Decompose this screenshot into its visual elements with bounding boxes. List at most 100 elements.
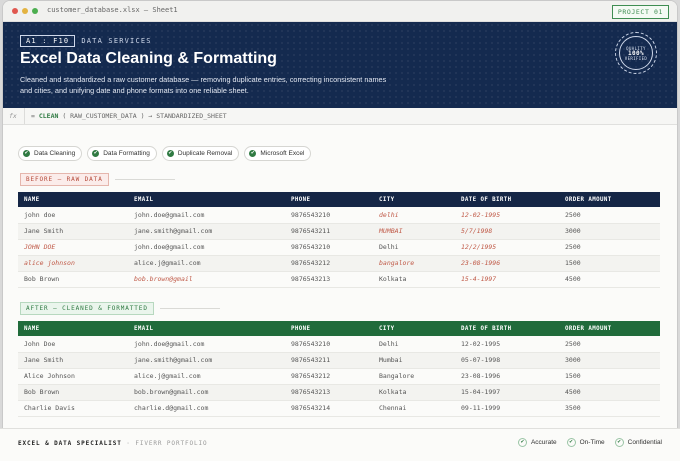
table-cell: 12-02-1995 <box>455 336 559 353</box>
skill-chip: ✔ Microsoft Excel <box>244 146 312 161</box>
column-header: CITY <box>373 321 455 336</box>
formula-prefix: = <box>31 112 39 120</box>
column-header: NAME <box>18 192 128 207</box>
footer-badges: ✔ Accurate ✔ On-Time ✔ Confidential <box>517 438 662 447</box>
table-cell: 4500 <box>559 384 660 401</box>
after-tag: AFTER — CLEANED & FORMATTED <box>20 301 154 315</box>
error-cell: bob.brown@gmail <box>128 271 285 288</box>
skill-chip: ✔ Duplicate Removal <box>161 146 240 161</box>
table-cell: 9876543213 <box>285 384 373 401</box>
table-row: JOHN DOE john.doe@gmail.com 9876543210 Delh… <box>18 239 660 256</box>
table-row: Bob Brown bob.brown@gmail.com 9876543213 Ko… <box>18 384 660 401</box>
badge-label: On-Time <box>579 439 605 446</box>
check-icon: ✔ <box>517 438 527 447</box>
table-cell: John Doe <box>18 336 128 353</box>
table-cell: 9876543214 <box>285 400 373 417</box>
table-cell: 4500 <box>559 271 660 288</box>
error-cell: delhi <box>373 207 455 224</box>
formula-args: ( RAW_CUSTOMER_DATA ) → STANDARDIZED_SHE… <box>58 112 227 120</box>
column-header: PHONE <box>285 192 373 207</box>
page-description: Cleaned and standardized a raw customer … <box>20 75 387 95</box>
table-cell: Delhi <box>373 239 455 256</box>
after-section-label: AFTER — CLEANED & FORMATTED <box>20 301 220 315</box>
table-cell: 1500 <box>559 255 660 272</box>
column-header: DATE OF BIRTH <box>455 321 559 336</box>
table-cell: 9876543211 <box>285 352 373 369</box>
page-title: Excel Data Cleaning & Formatting <box>20 50 277 67</box>
table-cell: 9876543211 <box>285 223 373 240</box>
footer: EXCEL & DATA SPECIALIST · FIVERR PORTFOL… <box>0 428 680 461</box>
table-cell: Alice Johnson <box>18 368 128 385</box>
table-cell: john.doe@gmail.com <box>128 239 285 256</box>
badge-label: Confidential <box>627 439 662 446</box>
error-cell: JOHN DOE <box>18 239 128 256</box>
close-window-button[interactable] <box>12 8 18 14</box>
table-row: john doe john.doe@gmail.com 9876543210 delh… <box>18 207 660 224</box>
table-cell: 2500 <box>559 207 660 224</box>
check-icon: ✔ <box>23 150 30 157</box>
minimize-window-button[interactable] <box>22 8 28 14</box>
table-cell: 9876543210 <box>285 207 373 224</box>
table-cell: 1500 <box>559 368 660 385</box>
table-cell: jane.smith@gmail.com <box>128 223 285 240</box>
project-badge: PROJECT 01 <box>611 5 669 19</box>
maximize-window-button[interactable] <box>32 8 38 14</box>
table-cell: alice.j@gmail.com <box>128 255 285 272</box>
skill-chip: ✔ Data Cleaning <box>18 146 83 161</box>
check-icon: ✔ <box>614 438 624 447</box>
raw-data-table: NAME EMAIL PHONE CITY DATE OF BIRTH ORDER AMO… <box>18 192 660 288</box>
footer-badge: ✔ Accurate <box>517 438 557 447</box>
table-header-row: NAME EMAIL PHONE CITY DATE OF BIRTH ORDER AMO… <box>18 192 660 207</box>
table-cell: 9876543210 <box>285 239 373 256</box>
chip-label: Microsoft Excel <box>260 150 305 157</box>
error-cell: bangalore <box>373 255 455 272</box>
table-cell: 9876543212 <box>285 255 373 272</box>
table-cell: 15-04-1997 <box>455 384 559 401</box>
quality-seal-icon: QUALITY 100% VERIFIED <box>615 32 657 74</box>
table-cell: 3000 <box>559 223 660 240</box>
table-cell: john.doe@gmail.com <box>128 336 285 353</box>
table-cell: Charlie Davis <box>18 400 128 417</box>
cell-reference: A1 : F10 <box>20 35 76 47</box>
table-header-row: NAME EMAIL PHONE CITY DATE OF BIRTH ORDER AMO… <box>18 321 660 336</box>
check-icon: ✔ <box>166 150 174 157</box>
window-title: customer_database.xlsx — Sheet1 <box>47 6 178 14</box>
column-header: CITY <box>373 192 455 207</box>
table-cell: jane.smith@gmail.com <box>128 352 285 369</box>
footer-badge: ✔ Confidential <box>614 438 662 447</box>
table-row: Charlie Davis charlie.d@gmail.com 98765432… <box>18 400 660 417</box>
column-header: DATE OF BIRTH <box>455 192 559 207</box>
chip-label: Duplicate Removal <box>177 150 233 157</box>
table-cell: 05-07-1998 <box>455 352 559 369</box>
skill-chip: ✔ Data Formatting <box>87 146 157 161</box>
error-cell: 5/7/1998 <box>455 223 559 240</box>
hero-banner: A1 : F10 DATA SERVICES Excel Data Cleani… <box>3 22 677 108</box>
table-cell: charlie.d@gmail.com <box>128 400 285 417</box>
table-cell: Kolkata <box>373 384 455 401</box>
title-bar: customer_database.xlsx — Sheet1 PROJECT … <box>3 1 677 22</box>
error-cell: MUMBAI <box>373 223 455 240</box>
cleaned-data-table: NAME EMAIL PHONE CITY DATE OF BIRTH ORDER AMO… <box>18 321 660 417</box>
table-cell: Jane Smith <box>18 352 128 369</box>
table-row: alice johnson alice.j@gmail.com 9876543212… <box>18 255 660 272</box>
table-row: John Doe john.doe@gmail.com 9876543210 Delh… <box>18 336 660 353</box>
check-icon: ✔ <box>566 438 576 447</box>
fx-icon: fx <box>9 112 17 120</box>
badge-label: Accurate <box>530 439 557 446</box>
column-header: ORDER AMOUNT <box>559 192 660 207</box>
table-cell: Bob Brown <box>18 271 128 288</box>
check-icon: ✔ <box>92 150 100 157</box>
formula-text[interactable]: = CLEAN ( RAW_CUSTOMER_DATA ) → STANDARD… <box>31 112 227 120</box>
footer-badge: ✔ On-Time <box>566 438 605 447</box>
footer-subtitle: · FIVERR PORTFOLIO <box>121 440 208 447</box>
chip-label: Data Formatting <box>103 150 150 157</box>
table-cell: Delhi <box>373 336 455 353</box>
table-cell: 09-11-1999 <box>455 400 559 417</box>
table-row: Jane Smith jane.smith@gmail.com 9876543211… <box>18 223 660 240</box>
hero-tag-label: DATA SERVICES <box>81 37 152 45</box>
formula-bar[interactable]: fx = CLEAN ( RAW_CUSTOMER_DATA ) → STAND… <box>3 108 677 125</box>
formula-divider <box>24 108 25 124</box>
table-cell: 3000 <box>559 352 660 369</box>
table-cell: bob.brown@gmail.com <box>128 384 285 401</box>
table-row: Jane Smith jane.smith@gmail.com 9876543211… <box>18 352 660 369</box>
